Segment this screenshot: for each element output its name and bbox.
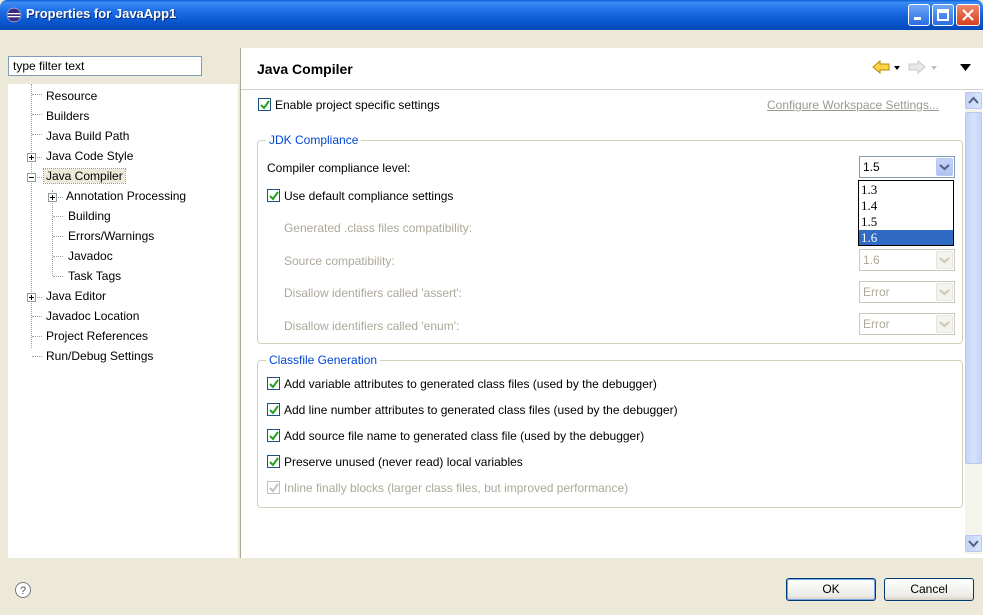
configure-workspace-link[interactable]: Configure Workspace Settings...	[767, 98, 939, 112]
dropdown-option[interactable]: 1.4	[859, 198, 953, 213]
preserve-unused-checkbox[interactable]	[267, 455, 280, 468]
forward-arrow-icon[interactable]	[907, 59, 927, 75]
forward-menu-icon[interactable]	[931, 66, 938, 71]
tree-item-javadoc[interactable]: Javadoc	[66, 247, 115, 265]
dropdown-option[interactable]: 1.5	[859, 214, 953, 229]
eclipse-icon	[6, 7, 22, 23]
page-header: Java Compiler	[241, 48, 983, 90]
inline-finally-checkbox[interactable]	[267, 481, 280, 494]
tree-item-java-compiler[interactable]: Java Compiler	[43, 167, 126, 185]
chevron-up-icon	[968, 96, 979, 104]
tree-item-annotation-processing[interactable]: Annotation Processing	[64, 187, 188, 205]
page-title: Java Compiler	[257, 61, 353, 77]
scroll-up-button[interactable]	[965, 92, 982, 109]
properties-tree: Resource Builders Java Build Path Java C…	[8, 84, 238, 558]
title-bar[interactable]: Properties for JavaApp1	[0, 0, 983, 30]
checkmark-icon	[260, 100, 270, 110]
maximize-icon	[937, 9, 949, 21]
variable-attributes-checkbox[interactable]	[267, 377, 280, 390]
tree-item-project-references[interactable]: Project References	[44, 327, 150, 345]
dropdown-option[interactable]: 1.3	[859, 182, 953, 197]
tree-item-errors-warnings[interactable]: Errors/Warnings	[66, 227, 156, 245]
disallow-enum-label: Disallow identifiers called 'enum':	[284, 319, 460, 333]
vertical-scrollbar[interactable]	[965, 92, 982, 554]
close-button[interactable]	[956, 4, 980, 26]
scroll-down-button[interactable]	[965, 535, 982, 552]
use-default-compliance-label: Use default compliance settings	[284, 189, 454, 203]
tree-item-javadoc-location[interactable]: Javadoc Location	[44, 307, 141, 325]
tree-item-java-editor[interactable]: Java Editor	[44, 287, 108, 305]
tree-connector	[52, 190, 53, 276]
checkmark-icon	[269, 457, 279, 467]
window-title: Properties for JavaApp1	[26, 6, 177, 21]
view-menu-icon[interactable]	[960, 64, 972, 72]
disallow-enum-combo[interactable]: Error	[859, 313, 955, 335]
checkmark-icon	[269, 405, 279, 415]
expand-icon[interactable]	[27, 293, 36, 302]
chevron-down-icon	[936, 251, 953, 269]
chevron-down-icon	[936, 315, 953, 333]
back-arrow-icon[interactable]	[871, 59, 891, 75]
compliance-level-combo[interactable]: 1.5	[859, 156, 955, 178]
tree-item-run-debug-settings[interactable]: Run/Debug Settings	[44, 347, 155, 365]
tree-item-task-tags[interactable]: Task Tags	[66, 267, 123, 285]
tree-item-builders[interactable]: Builders	[44, 107, 91, 125]
tree-item-building[interactable]: Building	[66, 207, 113, 225]
classfile-generation-title: Classfile Generation	[266, 353, 381, 367]
tree-item-resource[interactable]: Resource	[44, 87, 99, 105]
cancel-button[interactable]: Cancel	[884, 578, 974, 601]
scroll-thumb[interactable]	[965, 112, 982, 464]
source-compatibility-label: Source compatibility:	[284, 254, 395, 268]
svg-text:?: ?	[20, 585, 26, 597]
minimize-icon	[914, 17, 921, 20]
disallow-assert-combo[interactable]: Error	[859, 281, 955, 303]
properties-window: Properties for JavaApp1 Resource Builder…	[0, 0, 983, 615]
use-default-compliance-checkbox[interactable]	[267, 189, 280, 202]
tree-item-java-code-style[interactable]: Java Code Style	[44, 147, 135, 165]
checkmark-icon	[269, 431, 279, 441]
disallow-assert-label: Disallow identifiers called 'assert':	[284, 286, 462, 300]
source-compatibility-combo[interactable]: 1.6	[859, 249, 955, 271]
compliance-level-label: Compiler compliance level:	[267, 161, 411, 175]
tree-connector	[31, 84, 32, 348]
source-file-name-label: Add source file name to generated class …	[284, 429, 645, 443]
expand-icon[interactable]	[27, 153, 36, 162]
enable-project-settings-label: Enable project specific settings	[275, 98, 440, 112]
close-icon	[962, 9, 974, 21]
tree-item-java-build-path[interactable]: Java Build Path	[44, 127, 131, 145]
checkmark-icon	[269, 379, 279, 389]
inline-finally-label: Inline finally blocks (larger class file…	[284, 481, 629, 495]
classfile-generation-group: Classfile Generation Add variable attrib…	[257, 353, 963, 508]
line-number-attributes-checkbox[interactable]	[267, 403, 280, 416]
collapse-icon[interactable]	[27, 173, 36, 182]
enable-project-settings-checkbox[interactable]	[258, 98, 271, 111]
checkmark-icon	[269, 483, 279, 493]
expand-icon[interactable]	[48, 193, 57, 202]
chevron-down-icon	[936, 283, 953, 301]
filter-input[interactable]	[8, 56, 202, 76]
variable-attributes-label: Add variable attributes to generated cla…	[284, 377, 657, 391]
ok-button[interactable]: OK	[786, 578, 876, 601]
source-file-name-checkbox[interactable]	[267, 429, 280, 442]
jdk-compliance-title: JDK Compliance	[266, 133, 362, 147]
line-number-attributes-label: Add line number attributes to generated …	[284, 403, 678, 417]
generated-compatibility-label: Generated .class files compatibility:	[284, 221, 473, 235]
help-icon[interactable]: ?	[14, 581, 32, 599]
chevron-down-icon	[968, 540, 979, 548]
settings-content: Enable project specific settings Configu…	[241, 90, 983, 558]
minimize-button[interactable]	[908, 4, 930, 26]
maximize-button[interactable]	[932, 4, 954, 26]
back-menu-icon[interactable]	[894, 66, 901, 71]
chevron-down-icon[interactable]	[936, 158, 953, 176]
dropdown-option-selected[interactable]: 1.6	[859, 230, 953, 245]
checkmark-icon	[269, 191, 279, 201]
preserve-unused-label: Preserve unused (never read) local varia…	[284, 455, 523, 469]
compliance-level-dropdown[interactable]: 1.3 1.4 1.5 1.6	[858, 180, 954, 246]
